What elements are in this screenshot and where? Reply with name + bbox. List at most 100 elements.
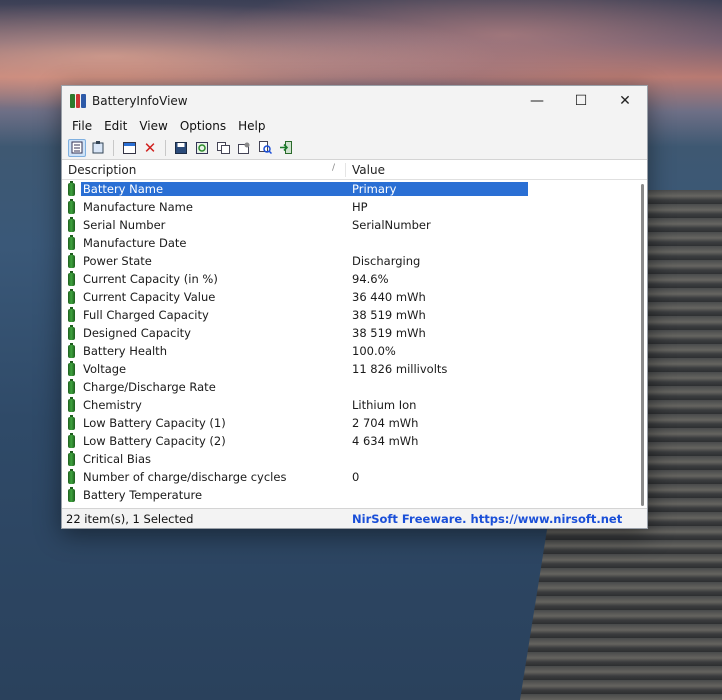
- delete-icon[interactable]: ✕: [141, 139, 159, 157]
- row-value-cell: Discharging: [346, 254, 420, 268]
- menu-edit[interactable]: Edit: [98, 119, 133, 133]
- menu-help[interactable]: Help: [232, 119, 271, 133]
- batteryinfoview-window: BatteryInfoView — ☐ ✕ File Edit View Opt…: [61, 85, 648, 529]
- status-bar: 22 item(s), 1 Selected NirSoft Freeware.…: [62, 508, 647, 528]
- row-value-cell: SerialNumber: [346, 218, 431, 232]
- find-icon[interactable]: [256, 139, 274, 157]
- row-value-cell: Primary: [346, 182, 528, 196]
- battery-icon: [68, 234, 75, 250]
- row-description: Designed Capacity: [83, 326, 191, 340]
- row-description-cell: Manufacture Name: [62, 198, 346, 214]
- window-title: BatteryInfoView: [92, 94, 188, 108]
- row-description: Number of charge/discharge cycles: [83, 470, 287, 484]
- menu-view[interactable]: View: [133, 119, 173, 133]
- row-description-cell: Charge/Discharge Rate: [62, 378, 346, 394]
- row-description-cell: Voltage: [62, 360, 346, 376]
- table-row[interactable]: Current Capacity (in %) 94.6%: [62, 270, 647, 288]
- row-description-cell: Battery Name: [62, 180, 346, 196]
- row-value-cell: 100.0%: [346, 344, 396, 358]
- battery-info-list[interactable]: Description / Value Battery Name Primary M…: [62, 160, 647, 508]
- maximize-button[interactable]: ☐: [559, 86, 603, 116]
- row-description: Critical Bias: [83, 452, 152, 466]
- close-button[interactable]: ✕: [603, 86, 647, 116]
- table-row[interactable]: Low Battery Capacity (1) 2 704 mWh: [62, 414, 647, 432]
- row-value: Lithium Ion: [352, 398, 417, 412]
- row-value: 38 519 mWh: [352, 308, 426, 322]
- row-value-cell: 38 519 mWh: [346, 326, 426, 340]
- row-value: Discharging: [352, 254, 421, 268]
- row-description: Battery Temperature: [83, 488, 203, 502]
- nirsoft-link[interactable]: NirSoft Freeware. https://www.nirsoft.ne…: [352, 512, 622, 526]
- table-row[interactable]: Battery Health 100.0%: [62, 342, 647, 360]
- row-description-cell: Current Capacity (in %): [62, 270, 346, 286]
- row-value-cell: 11 826 millivolts: [346, 362, 447, 376]
- column-header-value[interactable]: Value: [346, 163, 385, 177]
- row-description: Current Capacity Value: [83, 290, 216, 304]
- row-description: Power State: [83, 254, 152, 268]
- row-value: 4 634 mWh: [352, 434, 419, 448]
- title-bar[interactable]: BatteryInfoView — ☐ ✕: [62, 86, 647, 116]
- sort-arrow-icon: /: [331, 162, 335, 173]
- exit-icon[interactable]: [277, 139, 295, 157]
- copy-icon[interactable]: [214, 139, 232, 157]
- app-icon: [70, 94, 87, 108]
- row-value: 36 440 mWh: [352, 290, 426, 304]
- battery-icon: [68, 306, 75, 322]
- row-value-cell: 4 634 mWh: [346, 434, 418, 448]
- row-description-cell: Serial Number: [62, 216, 346, 232]
- row-description-cell: Current Capacity Value: [62, 288, 346, 304]
- table-row[interactable]: Charge/Discharge Rate: [62, 378, 647, 396]
- row-description: Low Battery Capacity (1): [83, 416, 226, 430]
- column-header-description[interactable]: Description /: [62, 162, 346, 177]
- row-description-cell: Battery Temperature: [62, 486, 346, 502]
- battery-icon: [68, 432, 75, 448]
- vertical-scrollbar[interactable]: [641, 184, 644, 506]
- menu-options[interactable]: Options: [174, 119, 232, 133]
- table-row[interactable]: Voltage 11 826 millivolts: [62, 360, 647, 378]
- row-value: 38 519 mWh: [352, 326, 426, 340]
- refresh-icon[interactable]: [193, 139, 211, 157]
- battery-icon: [68, 486, 75, 502]
- save-icon[interactable]: [172, 139, 190, 157]
- clipboard-icon[interactable]: [89, 139, 107, 157]
- table-row[interactable]: Serial Number SerialNumber: [62, 216, 647, 234]
- minimize-button[interactable]: —: [515, 86, 559, 116]
- table-row[interactable]: Designed Capacity 38 519 mWh: [62, 324, 647, 342]
- battery-icon: [68, 252, 75, 268]
- battery-icon: [68, 198, 75, 214]
- toolbar-separator: [113, 139, 114, 156]
- row-description: Chemistry: [83, 398, 142, 412]
- table-row[interactable]: Number of charge/discharge cycles 0: [62, 468, 647, 486]
- table-row[interactable]: Current Capacity Value 36 440 mWh: [62, 288, 647, 306]
- row-description-cell: Battery Health: [62, 342, 346, 358]
- battery-icon: [68, 450, 75, 466]
- row-value-cell: 38 519 mWh: [346, 308, 426, 322]
- row-value: 100.0%: [352, 344, 396, 358]
- row-description-cell: Low Battery Capacity (1): [62, 414, 346, 430]
- battery-icon: [68, 216, 75, 232]
- row-value: 94.6%: [352, 272, 389, 286]
- table-row[interactable]: Chemistry Lithium Ion: [62, 396, 647, 414]
- table-row[interactable]: Low Battery Capacity (2) 4 634 mWh: [62, 432, 647, 450]
- row-description: Voltage: [83, 362, 127, 376]
- menu-file[interactable]: File: [66, 119, 98, 133]
- properties-icon[interactable]: [120, 139, 138, 157]
- toolbar-separator: [165, 139, 166, 156]
- options-icon[interactable]: [235, 139, 253, 157]
- status-item-count: 22 item(s), 1 Selected: [66, 511, 194, 526]
- table-row[interactable]: Full Charged Capacity 38 519 mWh: [62, 306, 647, 324]
- battery-icon: [68, 396, 75, 412]
- row-description: Battery Health: [83, 344, 167, 358]
- table-row[interactable]: Power State Discharging: [62, 252, 647, 270]
- row-description-cell: Manufacture Date: [62, 234, 346, 250]
- table-row[interactable]: Critical Bias: [62, 450, 647, 468]
- table-row[interactable]: Manufacture Name HP: [62, 198, 647, 216]
- table-row[interactable]: Manufacture Date: [62, 234, 647, 252]
- battery-icon: [68, 468, 75, 484]
- row-description: Current Capacity (in %): [83, 272, 218, 286]
- battery-icon: [68, 414, 75, 430]
- table-row[interactable]: Battery Temperature: [62, 486, 647, 504]
- battery-icon: [68, 180, 75, 196]
- html-report-icon[interactable]: [68, 138, 86, 157]
- table-row[interactable]: Battery Name Primary: [62, 180, 647, 198]
